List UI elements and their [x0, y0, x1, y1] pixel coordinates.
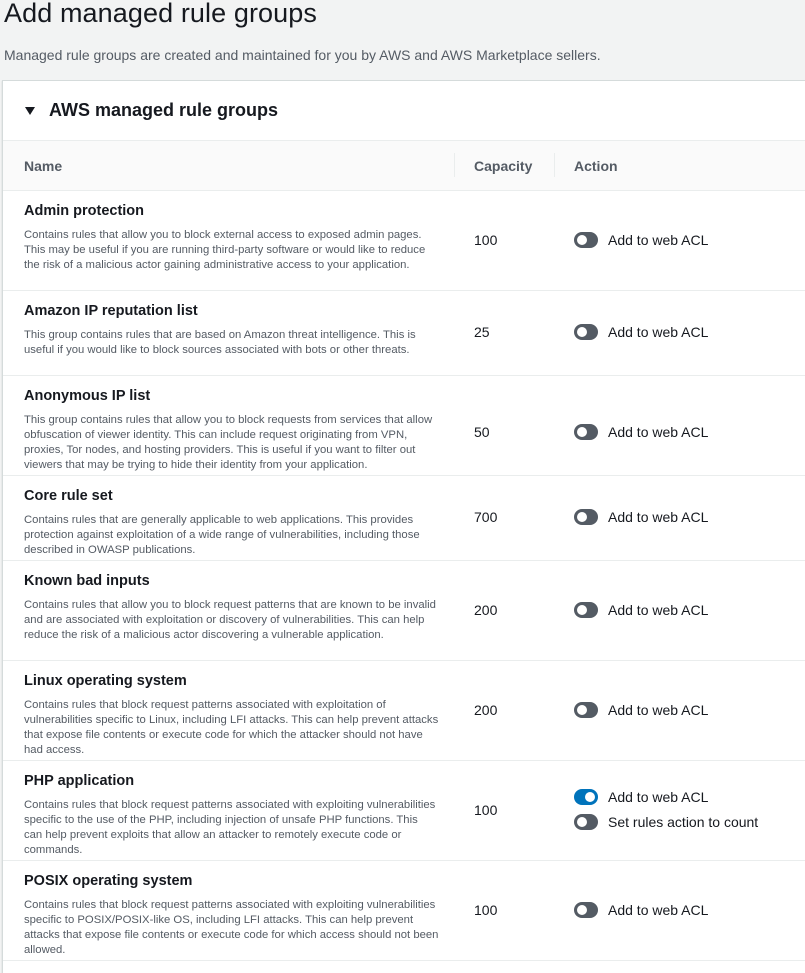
panel-header-toggle[interactable]: AWS managed rule groups: [3, 81, 805, 141]
page-description: Managed rule groups are created and main…: [4, 47, 601, 63]
rule-group-capacity: 50: [474, 424, 490, 440]
rule-group-description: Contains rules that block request patter…: [24, 899, 439, 956]
add-to-web-acl-toggle[interactable]: [574, 789, 598, 805]
rule-group-description: Contains rules that block request patter…: [24, 799, 436, 856]
add-to-web-acl-toggle[interactable]: [574, 232, 598, 248]
rule-group-name: Anonymous IP list: [24, 388, 151, 404]
rule-group-name: Known bad inputs: [24, 573, 150, 589]
column-header-action[interactable]: Action: [574, 141, 618, 191]
page-title: Add managed rule groups: [4, 0, 318, 28]
column-divider: [554, 153, 555, 177]
add-to-web-acl-toggle-row[interactable]: Add to web ACL: [574, 324, 708, 340]
rule-group-capacity: 100: [474, 232, 498, 248]
add-to-web-acl-toggle-row[interactable]: Add to web ACL: [574, 232, 708, 248]
rule-group-description: This group contains rules that allow you…: [24, 414, 433, 471]
add-to-web-acl-toggle-row[interactable]: Add to web ACL: [574, 602, 708, 618]
caret-down-icon[interactable]: [25, 107, 35, 115]
set-rules-action-count-toggle[interactable]: [574, 814, 598, 830]
add-to-web-acl-toggle[interactable]: [574, 424, 598, 440]
column-header-capacity[interactable]: Capacity: [474, 141, 532, 191]
rule-group-description: Contains rules that block request patter…: [24, 699, 439, 756]
rule-group-capacity: 700: [474, 509, 498, 525]
toggle-label: Add to web ACL: [608, 902, 709, 918]
rule-group-capacity: 200: [474, 602, 498, 618]
table-row-posix-operating-system: POSIX operating system Contains rules tha…: [3, 861, 805, 961]
column-divider: [454, 153, 455, 177]
add-to-web-acl-toggle-row[interactable]: Add to web ACL: [574, 789, 708, 805]
toggle-label: Add to web ACL: [608, 602, 709, 618]
add-to-web-acl-toggle[interactable]: [574, 702, 598, 718]
table-row-linux-operating-system: Linux operating system Contains rules tha…: [3, 661, 805, 761]
rule-group-name: POSIX operating system: [24, 873, 193, 889]
add-to-web-acl-toggle[interactable]: [574, 902, 598, 918]
rule-group-description: Contains rules that allow you to block e…: [24, 229, 426, 271]
rule-group-capacity: 200: [474, 702, 498, 718]
table-row-php-application: PHP application Contains rules that block…: [3, 761, 805, 861]
add-to-web-acl-toggle-row[interactable]: Add to web ACL: [574, 509, 708, 525]
toggle-label: Add to web ACL: [608, 509, 709, 525]
column-header-name[interactable]: Name: [24, 141, 62, 191]
rule-groups-table: Name Capacity Action Admin protection Con…: [3, 141, 805, 961]
toggle-label: Add to web ACL: [608, 789, 709, 805]
rule-group-capacity: 100: [474, 802, 498, 818]
toggle-label: Add to web ACL: [608, 424, 709, 440]
rule-group-capacity: 25: [474, 324, 490, 340]
add-to-web-acl-toggle[interactable]: [574, 602, 598, 618]
rule-group-name: Admin protection: [24, 203, 145, 219]
table-row-amazon-ip-reputation-list: Amazon IP reputation list This group cont…: [3, 291, 805, 376]
table-row-admin-protection: Admin protection Contains rules that allo…: [3, 191, 805, 291]
rule-group-description: This group contains rules that are based…: [24, 329, 416, 356]
toggle-label: Set rules action to count: [608, 814, 759, 830]
add-to-web-acl-toggle[interactable]: [574, 324, 598, 340]
aws-managed-rule-groups-panel: AWS managed rule groups Name Capacity Ac…: [2, 80, 805, 973]
add-to-web-acl-toggle[interactable]: [574, 509, 598, 525]
table-row-core-rule-set: Core rule set Contains rules that are gen…: [3, 476, 805, 561]
rule-group-description: Contains rules that are generally applic…: [24, 514, 420, 556]
panel-title: AWS managed rule groups: [49, 100, 279, 120]
rule-group-name: Core rule set: [24, 488, 113, 504]
rule-group-description: Contains rules that allow you to block r…: [24, 599, 436, 641]
toggle-label: Add to web ACL: [608, 324, 709, 340]
rule-group-name: Linux operating system: [24, 673, 187, 689]
table-header: Name Capacity Action: [3, 141, 805, 191]
add-to-web-acl-toggle-row[interactable]: Add to web ACL: [574, 902, 708, 918]
toggle-label: Add to web ACL: [608, 232, 709, 248]
rule-group-name: Amazon IP reputation list: [24, 303, 198, 319]
toggle-label: Add to web ACL: [608, 702, 709, 718]
table-row-known-bad-inputs: Known bad inputs Contains rules that allo…: [3, 561, 805, 661]
rule-group-capacity: 100: [474, 902, 498, 918]
set-rules-action-count-toggle-row[interactable]: Set rules action to count: [574, 814, 758, 830]
add-to-web-acl-toggle-row[interactable]: Add to web ACL: [574, 424, 708, 440]
add-to-web-acl-toggle-row[interactable]: Add to web ACL: [574, 702, 708, 718]
rule-group-name: PHP application: [24, 773, 135, 789]
table-row-anonymous-ip-list: Anonymous IP list This group contains rul…: [3, 376, 805, 476]
